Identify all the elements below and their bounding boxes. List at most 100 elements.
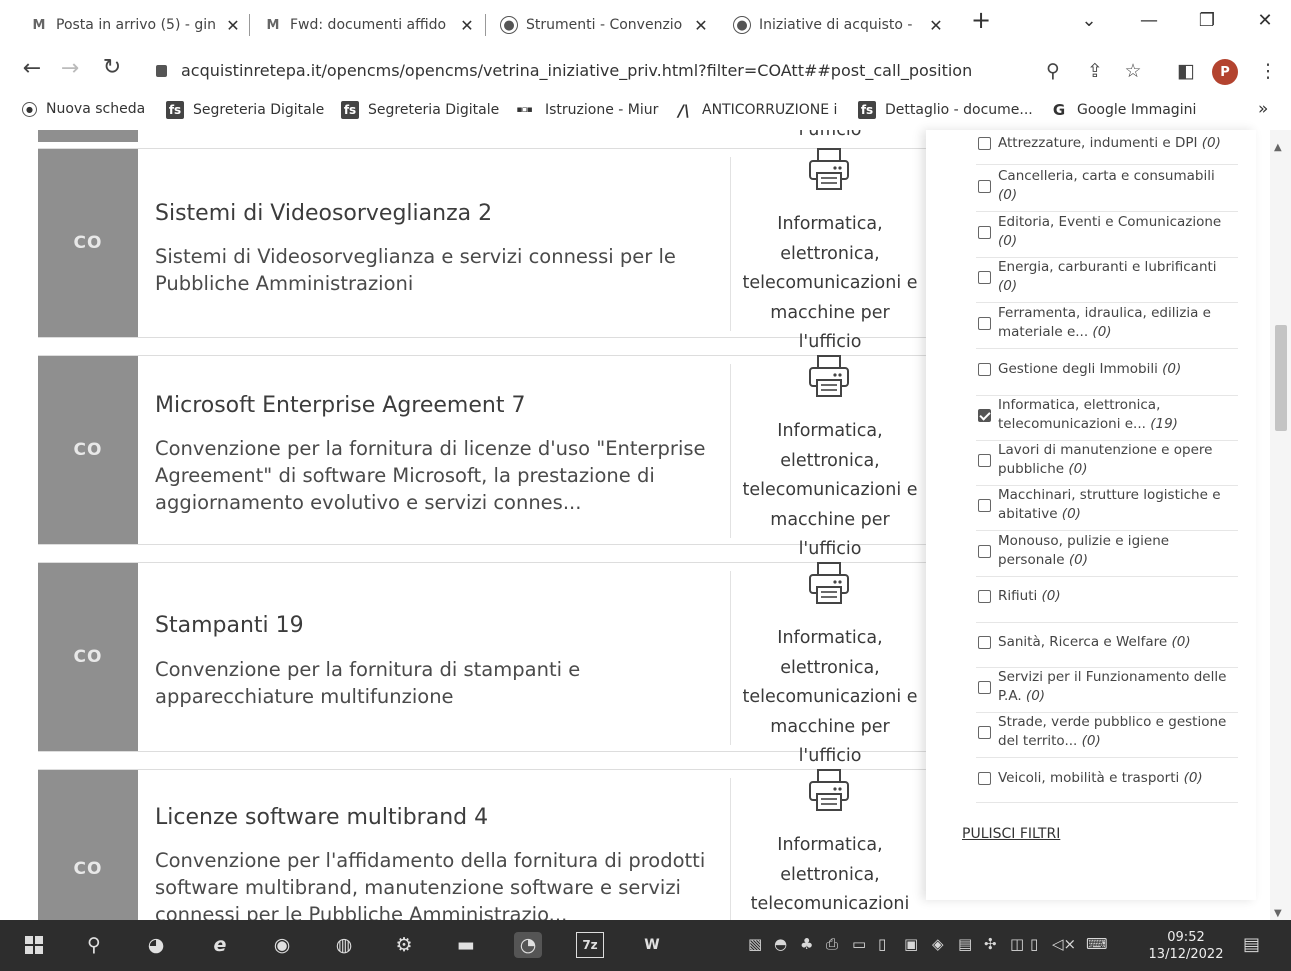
filter-item[interactable]: Ferramenta, idraulica, edilizia e materi… xyxy=(976,304,1238,349)
firefox-icon[interactable]: ◉ xyxy=(268,932,296,958)
scrollbar-track[interactable] xyxy=(1270,130,1291,920)
notifications-icon[interactable]: ▤ xyxy=(1243,934,1260,955)
reload-icon[interactable]: ↻ xyxy=(98,55,126,80)
close-icon[interactable]: ✕ xyxy=(692,16,710,35)
filter-item-checked[interactable]: Informatica, elettronica, telecomunicazi… xyxy=(976,396,1238,441)
zoom-icon[interactable]: ⚲ xyxy=(1040,60,1066,82)
filter-checkbox[interactable] xyxy=(978,226,991,239)
initiative-card[interactable]: CO Licenze software multibrand 4 Convenz… xyxy=(38,769,926,920)
filter-item[interactable]: Monouso, pulizie e igiene personale (0) xyxy=(976,532,1238,577)
bookmark-miur[interactable]: ▪▫▪ Istruzione - Miur xyxy=(512,101,658,119)
filter-checkbox[interactable] xyxy=(978,499,991,512)
initiative-card[interactable]: CO Sistemi di Videosorveglianza 2 Sistem… xyxy=(38,148,926,352)
tray-volume-icon[interactable]: ◁× xyxy=(1052,935,1076,953)
window-close-icon[interactable]: ✕ xyxy=(1250,10,1280,31)
tray-keyboard-icon[interactable]: ⌨ xyxy=(1086,935,1108,953)
close-icon[interactable]: ✕ xyxy=(458,16,476,35)
filter-item[interactable]: Energia, carburanti e lubrificanti (0) xyxy=(976,258,1238,303)
filter-checkbox[interactable] xyxy=(978,681,991,694)
filter-checkbox[interactable] xyxy=(978,363,991,376)
filter-item[interactable]: Attrezzature, indumenti e DPI (0) xyxy=(976,131,1238,165)
tray-drive-icon[interactable]: ▯ xyxy=(878,935,886,953)
filter-item[interactable]: Cancelleria, carta e consumabili (0) xyxy=(976,167,1238,212)
tray-battery-icon[interactable]: ▯ xyxy=(1030,935,1038,953)
card-title[interactable]: Sistemi di Videosorveglianza 2 xyxy=(155,201,492,226)
tray-app-icon[interactable]: ◈ xyxy=(932,935,944,953)
tab-gmail-inbox[interactable]: M Posta in arrivo (5) - gin ✕ xyxy=(30,8,242,42)
card-title[interactable]: Stampanti 19 xyxy=(155,613,304,638)
search-icon[interactable]: ⚲ xyxy=(80,932,108,958)
filter-item[interactable]: Veicoli, mobilità e trasporti (0) xyxy=(976,767,1238,803)
forward-arrow-icon[interactable]: → xyxy=(56,56,84,81)
bookmarks-overflow-button[interactable]: » xyxy=(1258,99,1268,119)
side-panel-icon[interactable]: ◧ xyxy=(1173,60,1199,82)
filter-checkbox[interactable] xyxy=(978,772,991,785)
filter-checkbox[interactable] xyxy=(978,726,991,739)
tab-iniziative-active[interactable]: ● Iniziative di acquisto - ✕ xyxy=(733,8,945,42)
back-arrow-icon[interactable]: ← xyxy=(18,56,46,81)
filter-checkbox[interactable] xyxy=(978,137,991,150)
filter-item[interactable]: Editoria, Eventi e Comunicazione (0) xyxy=(976,213,1238,258)
filter-checkbox[interactable] xyxy=(978,545,991,558)
filter-item[interactable]: Lavori di manutenzione e opere pubbliche… xyxy=(976,441,1238,486)
filter-item[interactable]: Servizi per il Funzionamento delle P.A. … xyxy=(976,668,1238,713)
restore-icon[interactable]: ❐ xyxy=(1192,10,1222,31)
bookmark-segreteria-2[interactable]: fs Segreteria Digitale xyxy=(341,101,499,119)
bookmark-anticorruzione[interactable]: /\ ANTICORRUZIONE i xyxy=(675,101,837,120)
bookmark-dettaglio[interactable]: fs Dettaglio - docume... xyxy=(858,101,1033,119)
tray-app-icon[interactable]: ◓ xyxy=(774,935,787,953)
bookmark-segreteria-1[interactable]: fs Segreteria Digitale xyxy=(166,101,324,119)
word-icon[interactable]: W xyxy=(638,932,666,958)
filter-checkbox[interactable] xyxy=(978,180,991,193)
filter-checkbox[interactable] xyxy=(978,271,991,284)
tray-app-icon[interactable]: ◫ xyxy=(1010,935,1024,953)
filter-item[interactable]: Strade, verde pubblico e gestione del te… xyxy=(976,713,1238,758)
tab-gmail-fwd[interactable]: M Fwd: documenti affido ✕ xyxy=(264,8,476,42)
edge-icon[interactable]: ◕ xyxy=(142,932,170,958)
windows-start-icon[interactable] xyxy=(20,932,48,958)
taskbar-clock[interactable]: 09:52 13/12/2022 xyxy=(1140,929,1232,963)
tab-strumenti[interactable]: ● Strumenti - Convenzio ✕ xyxy=(500,8,710,42)
filter-checkbox[interactable] xyxy=(978,636,991,649)
new-tab-button[interactable]: + xyxy=(966,6,996,34)
app-icon[interactable]: ◍ xyxy=(330,932,358,958)
clear-filters-link[interactable]: PULISCI FILTRI xyxy=(962,826,1060,842)
bookmark-nuova-scheda[interactable]: ● Nuova scheda xyxy=(22,101,145,117)
tray-app-icon[interactable]: ▤ xyxy=(958,935,972,953)
tray-display-icon[interactable]: ▭ xyxy=(852,935,866,953)
bookmark-star-icon[interactable]: ☆ xyxy=(1120,60,1146,82)
settings-gear-icon[interactable]: ⚙ xyxy=(390,932,418,958)
filter-item[interactable]: Gestione degli Immobili (0) xyxy=(976,358,1238,396)
filter-item[interactable]: Sanità, Ricerca e Welfare (0) xyxy=(976,631,1238,668)
close-icon[interactable]: ✕ xyxy=(224,16,242,35)
filter-checkbox[interactable] xyxy=(978,454,991,467)
tray-app-icon[interactable]: ♣ xyxy=(800,935,813,953)
bookmark-google-immagini[interactable]: G Google Immagini xyxy=(1050,101,1197,119)
internet-explorer-icon[interactable]: e xyxy=(206,932,234,958)
tray-app-icon[interactable]: ▣ xyxy=(904,935,918,953)
close-icon[interactable]: ✕ xyxy=(927,16,945,35)
scroll-up-arrow-icon[interactable]: ▲ xyxy=(1274,142,1282,153)
filter-checkbox[interactable] xyxy=(978,590,991,603)
7zip-icon[interactable]: 7z xyxy=(576,932,604,958)
scrollbar-thumb[interactable] xyxy=(1275,325,1287,431)
card-title[interactable]: Licenze software multibrand 4 xyxy=(155,805,488,830)
tray-printer-icon[interactable]: ⎙ xyxy=(826,935,838,953)
filter-checkbox-checked[interactable] xyxy=(978,409,991,422)
address-bar[interactable]: acquistinretepa.it/opencms/opencms/vetri… xyxy=(156,61,972,80)
share-icon[interactable]: ⇪ xyxy=(1082,60,1108,82)
chrome-icon[interactable]: ◔ xyxy=(514,932,542,958)
initiative-card[interactable]: CO Microsoft Enterprise Agreement 7 Conv… xyxy=(38,355,926,559)
filter-checkbox[interactable] xyxy=(978,317,991,330)
initiative-card[interactable]: CO Stampanti 19 Convenzione per la forni… xyxy=(38,562,926,766)
file-explorer-icon[interactable]: ▬ xyxy=(452,932,480,958)
profile-avatar[interactable]: P xyxy=(1212,59,1238,85)
scroll-down-arrow-icon[interactable]: ▼ xyxy=(1274,908,1282,919)
tray-network-icon[interactable]: ▧ xyxy=(748,935,762,953)
filter-item[interactable]: Macchinari, strutture logistiche e abita… xyxy=(976,486,1238,531)
card-title[interactable]: Microsoft Enterprise Agreement 7 xyxy=(155,393,525,418)
tray-bluetooth-icon[interactable]: ✣ xyxy=(984,935,997,953)
minimize-icon[interactable]: — xyxy=(1134,10,1164,31)
menu-dots-icon[interactable]: ⋮ xyxy=(1255,60,1281,82)
tab-search-chevron-icon[interactable]: ⌄ xyxy=(1074,10,1104,31)
